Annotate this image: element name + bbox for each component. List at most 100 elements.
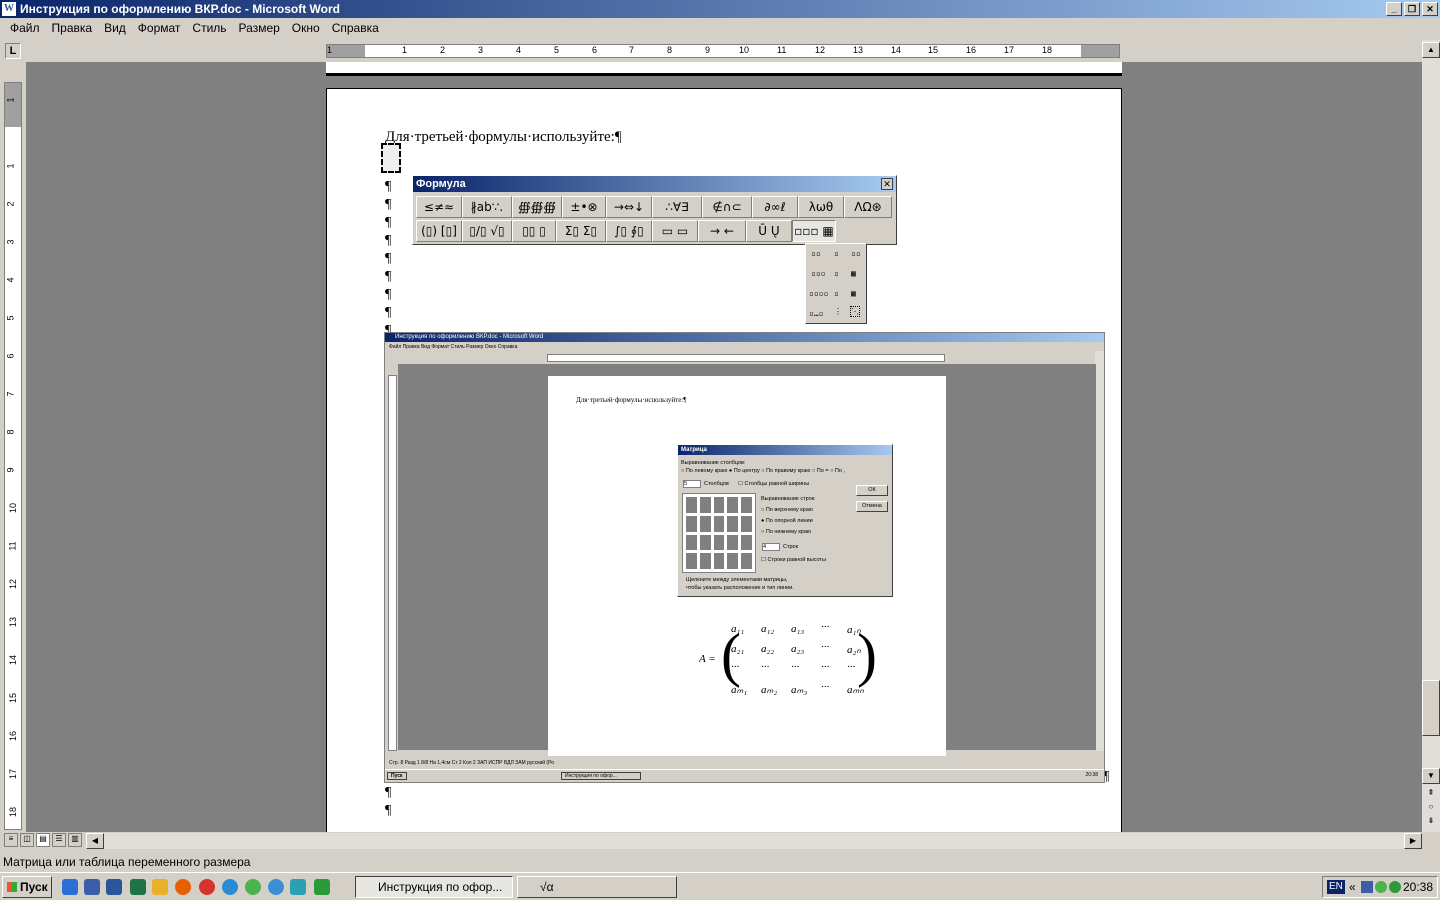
- vertical-ruler[interactable]: 1 1 2 3 4 5 6 7 8 9 10 11 12 13 14 15 16…: [4, 82, 22, 830]
- ruler-left-margin: [327, 45, 365, 57]
- matrix-template-3x3[interactable]: ▦: [851, 269, 856, 278]
- embedded-screenshot[interactable]: Инструкция по оформлению ВКР.doc - Micro…: [384, 332, 1105, 783]
- integrals-palette-button[interactable]: ∫▯ ∮▯: [606, 220, 652, 242]
- formula-toolbar[interactable]: Формула ✕ ≤≠≈ ∦ab∵. ∰∰∰ ±•⊗ →⇔↓ ∴∀∃ ∉∩⊂ …: [412, 175, 897, 245]
- arrows-palette-button[interactable]: →⇔↓: [606, 196, 652, 218]
- scroll-thumb[interactable]: [1422, 680, 1440, 736]
- normal-view-button[interactable]: ≡: [4, 833, 18, 847]
- products-palette-button[interactable]: Ū Ų: [746, 220, 792, 242]
- menu-file[interactable]: Файл: [4, 21, 46, 35]
- web-view-button[interactable]: ◫: [20, 833, 34, 847]
- search-icon[interactable]: [268, 879, 284, 895]
- close-button[interactable]: ✕: [1422, 2, 1438, 16]
- matrix-cell: ···: [821, 641, 830, 653]
- formula-toolbar-close-button[interactable]: ✕: [881, 178, 893, 190]
- excel-icon[interactable]: [130, 879, 146, 895]
- fractions-radicals-palette-button[interactable]: ▯/▯ √▯: [462, 220, 512, 242]
- menu-size[interactable]: Размер: [233, 21, 286, 35]
- internet-explorer-icon[interactable]: [62, 879, 78, 895]
- menu-window[interactable]: Окно: [286, 21, 326, 35]
- sets-palette-button[interactable]: ∉∩⊂: [702, 196, 752, 218]
- greek-upper-palette-button[interactable]: ΛΩ⊛: [844, 196, 892, 218]
- summation-palette-button[interactable]: Σ▯ Σ▯: [556, 220, 606, 242]
- misc-symbols-palette-button[interactable]: ∂∞ℓ: [752, 196, 798, 218]
- opera-icon[interactable]: [199, 879, 215, 895]
- reading-view-button[interactable]: ▥: [68, 833, 82, 847]
- matrix-template-1x3[interactable]: ▫▫▫: [811, 269, 825, 278]
- spaces-palette-button[interactable]: ∦ab∵.: [462, 196, 512, 218]
- ruler-number: 14: [891, 45, 902, 55]
- horizontal-ruler[interactable]: 1 1 2 3 4 5 6 7 8 9 10 11 12 13 14 15 16…: [326, 44, 1120, 58]
- scroll-down-button[interactable]: ▼: [1422, 768, 1440, 784]
- matrix-template-2x1[interactable]: ▫: [834, 249, 839, 258]
- taskbar-word-document[interactable]: Инструкция по офор...: [355, 876, 513, 898]
- menu-view[interactable]: Вид: [98, 21, 132, 35]
- ruler-number: 1: [327, 45, 333, 55]
- tab-selector[interactable]: L: [5, 43, 21, 59]
- outline-view-button[interactable]: ☰: [52, 833, 66, 847]
- print-view-button[interactable]: ▤: [36, 833, 50, 847]
- app-icon[interactable]: [314, 879, 330, 895]
- antivirus-tray-icon[interactable]: [1375, 881, 1387, 893]
- firefox-icon[interactable]: [175, 879, 191, 895]
- matrix-template-1x2[interactable]: ▫▫: [811, 249, 821, 258]
- minimize-button[interactable]: _: [1386, 2, 1402, 16]
- taskbar-equation-editor[interactable]: √α: [517, 876, 677, 898]
- matrix-template-col-variable[interactable]: ⋮: [834, 307, 842, 316]
- messenger-icon[interactable]: [245, 879, 261, 895]
- document-text-line[interactable]: Для·третьей·формулы·используйте:¶: [385, 129, 622, 146]
- dialog-hint: Щелкните между элементами матрицы,: [686, 577, 788, 583]
- embellishments-palette-button[interactable]: ∰∰∰: [512, 196, 562, 218]
- matrix-cell: ···: [847, 661, 856, 673]
- matrix-template-4x1[interactable]: ▫: [834, 289, 839, 298]
- start-button[interactable]: Пуск: [2, 876, 52, 898]
- matrix-template-variable-size[interactable]: ⋱: [850, 306, 860, 317]
- scroll-up-button[interactable]: ▲: [1422, 42, 1440, 58]
- operators-palette-button[interactable]: ±•⊗: [562, 196, 606, 218]
- horizontal-scrollbar[interactable]: ◀ ▶: [86, 833, 1422, 849]
- scroll-left-button[interactable]: ◀: [86, 833, 104, 849]
- matrix-templates-palette[interactable]: ▫▫ ▫ ▫▫ ▫▫▫ ▫ ▦ ▫▫▫▫ ▫ ▦ ▫…▫ ⋮ ⋱: [805, 243, 867, 324]
- underbars-palette-button[interactable]: ▭ ▭: [652, 220, 698, 242]
- menu-edit[interactable]: Правка: [46, 21, 99, 35]
- fences-palette-button[interactable]: (▯) [▯]: [416, 220, 462, 242]
- restore-button[interactable]: ❐: [1404, 2, 1420, 16]
- update-tray-icon[interactable]: [1389, 881, 1401, 893]
- formula-toolbar-title[interactable]: Формула: [413, 176, 896, 192]
- tray-expand-icon[interactable]: «: [1349, 877, 1356, 897]
- menu-format[interactable]: Формат: [132, 21, 187, 35]
- scroll-right-button[interactable]: ▶: [1404, 833, 1422, 849]
- show-desktop-icon[interactable]: [84, 879, 100, 895]
- clock-icon[interactable]: [152, 879, 168, 895]
- matrix-palette-button[interactable]: ▫▫▫ ▦: [792, 220, 836, 242]
- ruler-number: 15: [8, 692, 19, 704]
- matrix-template-2x2[interactable]: ▫▫: [851, 249, 861, 258]
- word-app-icon[interactable]: W: [2, 2, 16, 16]
- relations-palette-button[interactable]: ≤≠≈: [416, 196, 462, 218]
- menu-style[interactable]: Стиль: [186, 21, 232, 35]
- next-page-button[interactable]: ⇟: [1422, 814, 1440, 830]
- logic-palette-button[interactable]: ∴∀∃: [652, 196, 702, 218]
- ruler-number: 1: [5, 163, 16, 169]
- chat-icon[interactable]: [290, 879, 306, 895]
- labeled-arrows-palette-button[interactable]: → ←: [698, 220, 746, 242]
- matrix-template-4x4[interactable]: ▦: [851, 289, 856, 298]
- matrix-template-row-variable[interactable]: ▫…▫: [809, 309, 823, 318]
- ruler-number: 18: [8, 806, 19, 818]
- rows-label: Строк: [783, 544, 799, 550]
- embedded-vruler: [388, 375, 397, 751]
- ruler-number: 14: [8, 654, 19, 666]
- subscripts-palette-button[interactable]: ▯▯ ▯: [512, 220, 556, 242]
- network-tray-icon[interactable]: [1361, 881, 1373, 893]
- greek-lower-palette-button[interactable]: λωθ: [798, 196, 844, 218]
- word-icon[interactable]: [106, 879, 122, 895]
- ruler-number: 9: [5, 467, 16, 473]
- menu-help[interactable]: Справка: [326, 21, 385, 35]
- clock[interactable]: 20:38: [1403, 877, 1433, 897]
- language-indicator[interactable]: EN: [1327, 880, 1345, 894]
- vertical-scrollbar[interactable]: ▲ ▼ ⇞ ○ ⇟: [1422, 40, 1440, 832]
- equation-object[interactable]: [381, 143, 401, 173]
- matrix-template-1x4[interactable]: ▫▫▫▫: [809, 289, 828, 298]
- matrix-template-3x1[interactable]: ▫: [834, 269, 839, 278]
- network-icon[interactable]: [222, 879, 238, 895]
